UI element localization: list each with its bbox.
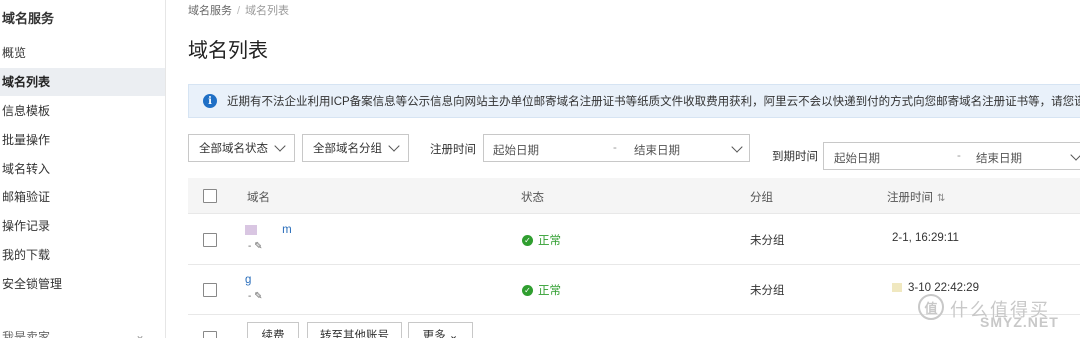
watermark-site: SMYZ.NET: [980, 314, 1059, 330]
sidebar-item-domain-list[interactable]: 域名列表: [0, 68, 165, 96]
domain-name-text: g: [245, 274, 253, 286]
breadcrumb-current: 域名列表: [245, 5, 290, 17]
sort-icon[interactable]: ⇅: [937, 193, 945, 204]
column-header-status: 状态: [521, 192, 544, 204]
group-filter-select[interactable]: 全部域名分组: [302, 134, 409, 162]
redacted-block: [892, 283, 902, 293]
sidebar-item-batch-operation[interactable]: 批量操作: [0, 126, 165, 154]
sidebar-item-email-verify[interactable]: 邮箱验证: [0, 183, 165, 211]
info-icon: i: [203, 94, 217, 108]
status-filter-value: 全部域名状态: [199, 143, 268, 155]
table-row: m - ✎ ✓ 正常 未分组 2-1, 16:29:11: [188, 215, 1080, 265]
column-header-reg-time-label: 注册时间: [887, 192, 933, 204]
range-separator: -: [957, 150, 961, 162]
chevron-down-icon: [731, 141, 743, 153]
exp-end-date[interactable]: 结束日期: [976, 150, 1022, 166]
notice-banner: i 近期有不法企业利用ICP备案信息等公示信息向网站主办单位邮寄域名注册证书等纸…: [188, 84, 1080, 118]
domain-remark-edit[interactable]: - ✎: [248, 241, 263, 252]
sidebar: 域名服务 概览 域名列表 信息模板 批量操作 域名转入 邮箱验证 操作记录 我的…: [0, 0, 166, 338]
reg-start-date[interactable]: 起始日期: [493, 142, 539, 158]
renew-button[interactable]: 续费: [247, 322, 299, 338]
status-filter-select[interactable]: 全部域名状态: [188, 134, 295, 162]
chevron-down-icon: [274, 140, 286, 152]
group-text: 未分组: [750, 235, 785, 247]
exp-start-date[interactable]: 起始日期: [834, 150, 880, 166]
page-title: 域名列表: [188, 40, 268, 62]
sidebar-item-seller-label: 我是卖家: [2, 330, 51, 338]
transfer-account-button[interactable]: 转至其他账号: [307, 322, 402, 338]
sidebar-item-seller[interactable]: 我是卖家 ⌄: [0, 328, 165, 338]
notice-text: 近期有不法企业利用ICP备案信息等公示信息向网站主办单位邮寄域名注册证书等纸质文…: [227, 96, 1080, 108]
more-actions-button[interactable]: 更多 ⌄: [408, 322, 473, 338]
status-text: 正常: [538, 285, 561, 297]
breadcrumb-root[interactable]: 域名服务: [188, 5, 232, 17]
expire-time-label: 到期时间: [772, 151, 818, 163]
status-badge: ✓ 正常: [522, 232, 561, 248]
table-header: 域名 状态 分组 注册时间 ⇅: [188, 178, 1080, 214]
column-header-group: 分组: [750, 192, 773, 204]
domain-remark-edit[interactable]: - ✎: [248, 291, 263, 302]
sidebar-item-operation-log[interactable]: 操作记录: [0, 212, 165, 240]
group-text: 未分组: [750, 285, 785, 297]
bottom-select-checkbox[interactable]: [203, 331, 217, 338]
column-header-reg-time[interactable]: 注册时间 ⇅: [887, 189, 945, 205]
chevron-down-icon: ⌄: [134, 328, 145, 338]
expire-time-range-picker[interactable]: 起始日期 - 结束日期: [823, 142, 1080, 170]
sidebar-item-my-downloads[interactable]: 我的下载: [0, 241, 165, 269]
sidebar-item-security-lock[interactable]: 安全锁管理: [0, 270, 165, 298]
select-all-checkbox[interactable]: [203, 189, 217, 203]
watermark-logo-icon: 值: [918, 294, 944, 320]
reg-end-date[interactable]: 结束日期: [634, 142, 680, 158]
watermark: 值 什么值得买 SMYZ.NET: [918, 292, 1080, 338]
breadcrumb-separator: /: [237, 5, 241, 17]
chevron-down-icon: [388, 140, 400, 152]
domain-link[interactable]: m: [245, 224, 293, 236]
more-actions-label: 更多: [422, 330, 446, 338]
group-filter-value: 全部域名分组: [313, 143, 382, 155]
reg-time-label: 注册时间: [430, 144, 476, 156]
main-content: 域名服务 / 域名列表 域名列表 i 近期有不法企业利用ICP备案信息等公示信息向网…: [167, 0, 1080, 338]
row-checkbox[interactable]: [203, 283, 217, 297]
sidebar-item-info-template[interactable]: 信息模板: [0, 97, 165, 125]
row-checkbox[interactable]: [203, 233, 217, 247]
column-header-domain: 域名: [247, 192, 270, 204]
status-badge: ✓ 正常: [522, 282, 561, 298]
reg-time-text: 2-1, 16:29:11: [892, 232, 959, 244]
breadcrumb: 域名服务 / 域名列表: [188, 2, 289, 18]
check-circle-icon: ✓: [522, 284, 533, 296]
check-circle-icon: ✓: [522, 234, 533, 246]
range-separator: -: [613, 142, 617, 154]
reg-time-range-picker[interactable]: 起始日期 - 结束日期: [483, 134, 750, 162]
sidebar-item-domain-transfer-in[interactable]: 域名转入: [0, 155, 165, 183]
sidebar-title: 域名服务: [2, 11, 55, 26]
domain-link[interactable]: g: [245, 274, 252, 286]
domain-name-text: m: [282, 224, 293, 236]
chevron-down-icon: ⌄: [448, 330, 459, 338]
redacted-block: [245, 224, 257, 235]
sidebar-item-overview[interactable]: 概览: [0, 39, 165, 67]
status-text: 正常: [538, 235, 561, 247]
chevron-down-icon: [1070, 149, 1080, 161]
